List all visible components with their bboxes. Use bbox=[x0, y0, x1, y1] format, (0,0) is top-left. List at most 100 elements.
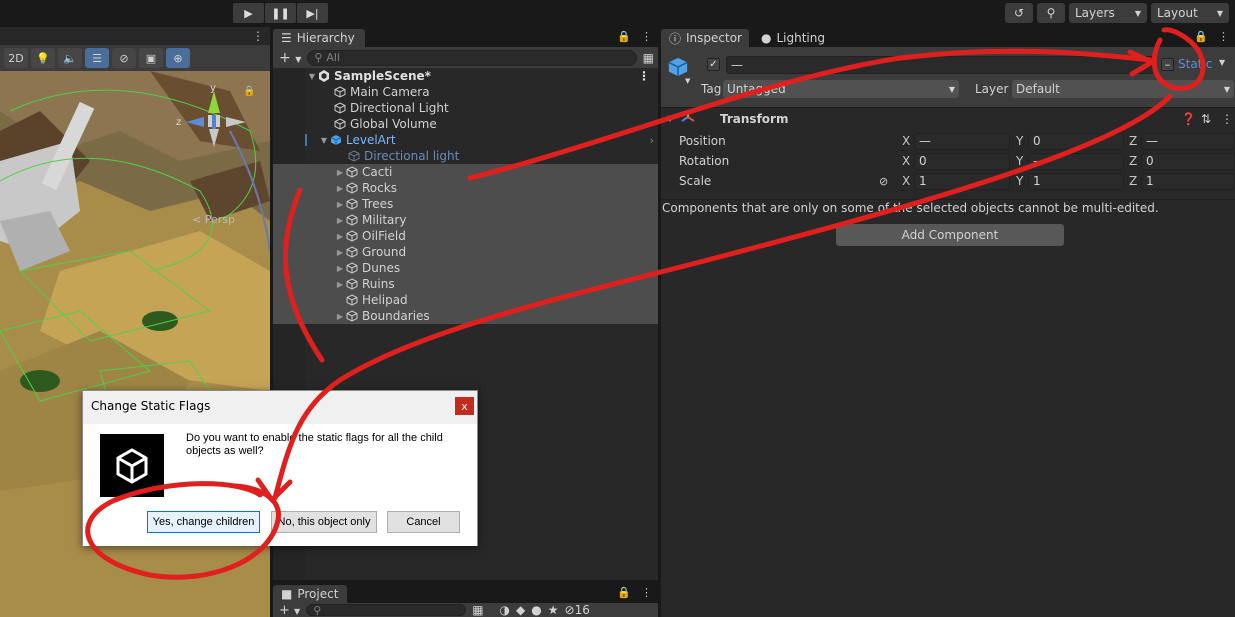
foldout-closed-icon[interactable]: ▶ bbox=[335, 312, 345, 321]
foldout-open-icon[interactable]: ▼ bbox=[307, 72, 317, 81]
tab-lighting[interactable]: ● Lighting bbox=[753, 29, 829, 47]
more-icon[interactable]: ⋮ bbox=[641, 30, 652, 43]
undo-history-button[interactable]: ↺ bbox=[1005, 3, 1033, 23]
position-x-field[interactable]: — bbox=[914, 132, 1010, 150]
scale-z-field[interactable]: 1 bbox=[1141, 172, 1235, 190]
list-item-levelart[interactable]: ▼ LevelArt › bbox=[273, 132, 658, 148]
tag-dropdown[interactable]: Untagged ▼ bbox=[723, 80, 959, 98]
active-checkbox[interactable]: ✓ bbox=[707, 58, 720, 71]
search-options-icon[interactable]: ▦ bbox=[472, 603, 483, 617]
add-component-button[interactable]: Add Component bbox=[836, 224, 1064, 246]
list-item[interactable]: ▶ Rocks bbox=[273, 180, 658, 196]
lock-icon[interactable]: 🔒 bbox=[617, 586, 631, 599]
label-tag-icon[interactable]: ◆ bbox=[516, 603, 525, 617]
hidden-packages-icon[interactable]: ⊘16 bbox=[565, 603, 590, 617]
pause-button[interactable]: ❚❚ bbox=[265, 3, 296, 23]
search-options-icon[interactable]: ▦ bbox=[643, 51, 654, 65]
2d-toggle[interactable]: 2D bbox=[4, 48, 28, 68]
more-icon[interactable]: ⋮ bbox=[1218, 30, 1229, 43]
warning-icon[interactable]: ● bbox=[531, 603, 541, 617]
projection-label[interactable]: < Persp bbox=[192, 213, 235, 226]
static-checkbox-mixed[interactable]: – bbox=[1161, 57, 1174, 71]
foldout-closed-icon[interactable]: ▶ bbox=[335, 184, 345, 193]
chevron-right-icon[interactable]: › bbox=[650, 134, 654, 147]
axis-z-label[interactable]: Z bbox=[1129, 134, 1137, 148]
chevron-down-icon[interactable]: ▼ bbox=[685, 77, 690, 85]
close-button[interactable]: x bbox=[455, 397, 474, 415]
star-icon[interactable]: ★ bbox=[548, 603, 559, 617]
list-item[interactable]: ▶ Military bbox=[273, 212, 658, 228]
list-item[interactable]: Main Camera bbox=[273, 84, 658, 100]
static-toggle[interactable]: – Static bbox=[1161, 57, 1212, 71]
filter-type-icon[interactable]: ◑ bbox=[500, 603, 510, 617]
list-item[interactable]: Directional Light bbox=[273, 100, 658, 116]
axis-x-label[interactable]: X bbox=[902, 154, 910, 168]
project-search-input[interactable]: ⚲ bbox=[306, 604, 467, 617]
list-item[interactable]: ▶ Ground bbox=[273, 244, 658, 260]
play-button[interactable]: ▶ bbox=[233, 3, 264, 23]
foldout-closed-icon[interactable]: ▶ bbox=[335, 280, 345, 289]
foldout-closed-icon[interactable]: ▶ bbox=[335, 264, 345, 273]
more-icon[interactable]: ⋮ bbox=[252, 29, 264, 43]
foldout-closed-icon[interactable]: ▶ bbox=[335, 168, 345, 177]
lock-icon[interactable]: 🔒 bbox=[617, 30, 631, 43]
camera-dropdown[interactable]: ▣ bbox=[139, 48, 163, 68]
name-field[interactable]: — bbox=[726, 56, 1154, 74]
list-item[interactable]: ▶ Trees bbox=[273, 196, 658, 212]
more-icon[interactable]: ⋮ bbox=[638, 69, 650, 83]
add-icon[interactable]: + ▼ bbox=[279, 603, 300, 617]
visibility-toggle[interactable]: ⊘ bbox=[112, 48, 136, 68]
search-button[interactable]: ⚲ bbox=[1037, 3, 1065, 23]
rotation-z-field[interactable]: 0 bbox=[1141, 152, 1235, 170]
more-icon[interactable]: ⋮ bbox=[1221, 112, 1233, 126]
more-icon[interactable]: ⋮ bbox=[641, 586, 652, 599]
layer-dropdown[interactable]: Default ▼ bbox=[1012, 80, 1234, 98]
axis-y-label[interactable]: Y bbox=[1016, 134, 1023, 148]
step-button[interactable]: ▶| bbox=[297, 3, 328, 23]
lock-icon[interactable]: 🔒 bbox=[1194, 30, 1208, 43]
gizmos-dropdown[interactable]: ⊕ bbox=[166, 48, 190, 68]
lock-icon[interactable]: 🔒 bbox=[243, 86, 255, 97]
rotation-x-field[interactable]: 0 bbox=[914, 152, 1010, 170]
layout-dropdown[interactable]: Layout ▼ bbox=[1151, 3, 1229, 23]
audio-toggle[interactable]: 🔈 bbox=[58, 48, 82, 68]
tab-project[interactable]: ■ Project bbox=[273, 585, 347, 603]
position-y-field[interactable]: 0 bbox=[1028, 132, 1124, 150]
help-icon[interactable]: ❓ bbox=[1181, 112, 1196, 126]
tab-inspector[interactable]: ⓘ Inspector bbox=[661, 29, 749, 47]
foldout-closed-icon[interactable]: ▶ bbox=[335, 232, 345, 241]
foldout-closed-icon[interactable]: ▶ bbox=[335, 200, 345, 209]
layers-dropdown[interactable]: Layers ▼ bbox=[1069, 3, 1147, 23]
list-item[interactable]: ▶ Cacti bbox=[273, 164, 658, 180]
list-item[interactable]: ▶ Boundaries bbox=[273, 308, 658, 324]
axis-x-label[interactable]: X bbox=[902, 174, 910, 188]
axis-z-label[interactable]: Z bbox=[1129, 174, 1137, 188]
foldout-closed-icon[interactable]: ▶ bbox=[335, 216, 345, 225]
transform-component-header[interactable]: ▼ Transform ❓ ⇅ ⋮ bbox=[661, 107, 1235, 129]
tab-hierarchy[interactable]: ☰ Hierarchy bbox=[273, 29, 365, 47]
list-item[interactable]: Global Volume bbox=[273, 116, 658, 132]
list-item[interactable]: Helipad bbox=[273, 292, 658, 308]
list-item[interactable]: Directional light bbox=[273, 148, 658, 164]
axis-z-label[interactable]: Z bbox=[1129, 154, 1137, 168]
list-item[interactable]: ▶ OilField bbox=[273, 228, 658, 244]
scale-y-field[interactable]: 1 bbox=[1028, 172, 1124, 190]
no-this-object-only-button[interactable]: No, this object only bbox=[271, 511, 377, 533]
add-icon[interactable]: + ▼ bbox=[279, 50, 301, 66]
foldout-closed-icon[interactable]: ▶ bbox=[335, 248, 345, 257]
list-item[interactable]: ▶ Dunes bbox=[273, 260, 658, 276]
presets-icon[interactable]: ⇅ bbox=[1201, 112, 1211, 126]
foldout-open-icon[interactable]: ▼ bbox=[667, 114, 673, 123]
axis-y-label[interactable]: Y bbox=[1016, 154, 1023, 168]
orientation-gizmo[interactable]: y z bbox=[170, 85, 250, 165]
foldout-open-icon[interactable]: ▼ bbox=[319, 136, 329, 145]
scale-x-field[interactable]: 1 bbox=[914, 172, 1010, 190]
position-z-field[interactable]: — bbox=[1141, 132, 1235, 150]
yes-change-children-button[interactable]: Yes, change children bbox=[147, 511, 260, 533]
axis-y-label[interactable]: Y bbox=[1016, 174, 1023, 188]
hierarchy-search-input[interactable]: ⚲ All bbox=[307, 49, 637, 66]
list-item[interactable]: ▶ Ruins bbox=[273, 276, 658, 292]
axis-x-label[interactable]: X bbox=[902, 134, 910, 148]
cancel-button[interactable]: Cancel bbox=[387, 511, 460, 533]
lighting-toggle[interactable]: 💡 bbox=[31, 48, 55, 68]
